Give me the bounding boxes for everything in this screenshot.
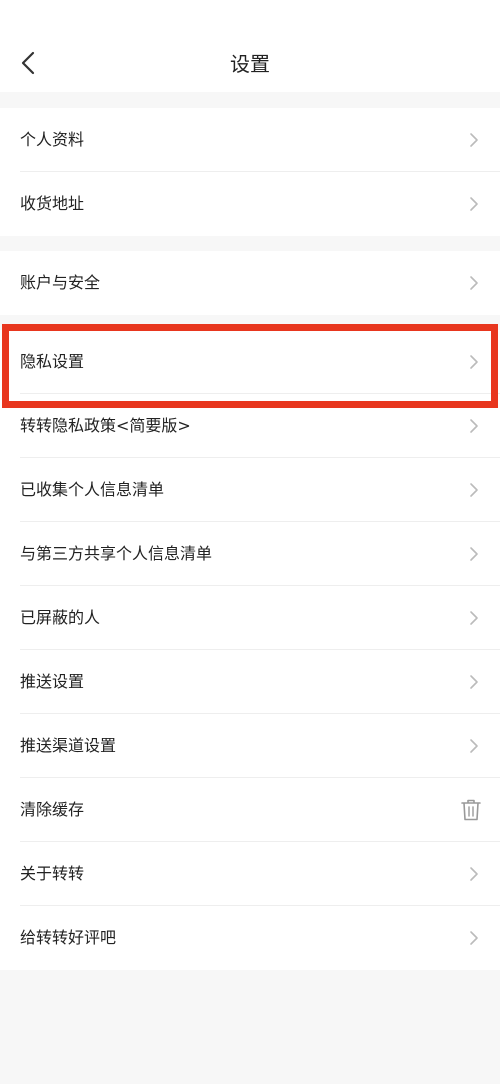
settings-item-label: 与第三方共享个人信息清单 — [20, 544, 213, 563]
settings-item-label: 个人资料 — [20, 130, 85, 149]
settings-item-privacy[interactable]: 隐私设置 — [0, 330, 500, 394]
chevron-right-icon — [468, 865, 480, 883]
chevron-right-icon — [468, 274, 480, 292]
chevron-right-icon — [468, 673, 480, 691]
settings-item-account-security[interactable]: 账户与安全 — [0, 251, 500, 315]
settings-item-label: 收货地址 — [20, 194, 85, 213]
settings-item-profile[interactable]: 个人资料 — [0, 108, 500, 172]
settings-item-clear-cache[interactable]: 清除缓存 — [0, 778, 500, 842]
settings-item-push[interactable]: 推送设置 — [0, 650, 500, 714]
settings-item-about[interactable]: 关于转转 — [0, 842, 500, 906]
trash-icon[interactable] — [460, 798, 482, 822]
page-title: 设置 — [230, 52, 270, 76]
settings-item-label: 隐私设置 — [20, 352, 85, 371]
settings-item-collected-info[interactable]: 已收集个人信息清单 — [0, 458, 500, 522]
settings-item-label: 已屏蔽的人 — [20, 608, 101, 627]
settings-item-rate-app[interactable]: 给转转好评吧 — [0, 906, 500, 970]
settings-item-privacy-policy[interactable]: 转转隐私政策<简要版> — [0, 394, 500, 458]
settings-item-label: 已收集个人信息清单 — [20, 480, 165, 499]
settings-item-label: 转转隐私政策<简要版> — [20, 416, 191, 435]
settings-item-label: 账户与安全 — [20, 273, 101, 292]
chevron-right-icon — [468, 737, 480, 755]
chevron-right-icon — [468, 195, 480, 213]
chevron-right-icon — [468, 417, 480, 435]
chevron-right-icon — [468, 131, 480, 149]
settings-item-label: 推送设置 — [20, 672, 85, 691]
chevron-right-icon — [468, 929, 480, 947]
settings-item-third-party-sharing[interactable]: 与第三方共享个人信息清单 — [0, 522, 500, 586]
settings-item-label: 清除缓存 — [20, 800, 85, 819]
settings-group-privacy: 隐私设置 转转隐私政策<简要版> 已收集个人信息清单 与第三方共享个人信息清单 … — [0, 330, 500, 970]
chevron-right-icon — [468, 545, 480, 563]
chevron-right-icon — [468, 353, 480, 371]
settings-item-push-channel[interactable]: 推送渠道设置 — [0, 714, 500, 778]
settings-item-blocked-users[interactable]: 已屏蔽的人 — [0, 586, 500, 650]
settings-item-label: 推送渠道设置 — [20, 736, 117, 755]
settings-item-label: 给转转好评吧 — [20, 928, 117, 947]
settings-item-address[interactable]: 收货地址 — [0, 172, 500, 236]
settings-item-label: 关于转转 — [20, 864, 85, 883]
chevron-right-icon — [468, 609, 480, 627]
settings-group-profile: 个人资料 收货地址 — [0, 108, 500, 236]
settings-group-account: 账户与安全 — [0, 251, 500, 315]
header-bar: 设置 — [0, 0, 500, 92]
chevron-right-icon — [468, 481, 480, 499]
